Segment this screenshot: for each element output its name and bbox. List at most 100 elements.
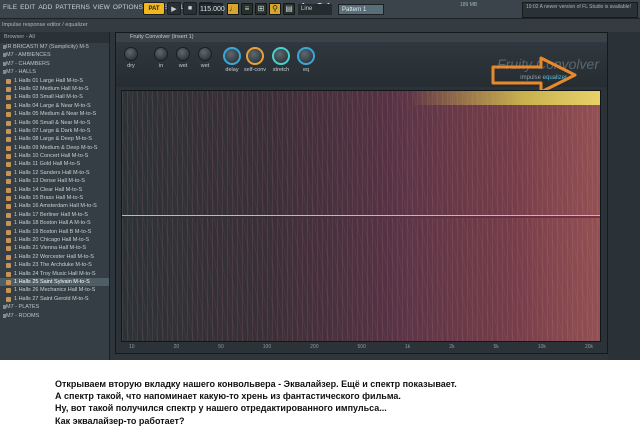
browser-file[interactable]: 1 Halls 23 The Archduke M-to-S (0, 261, 109, 269)
playlist-icon[interactable]: ≡ (241, 3, 253, 15)
pattern-selector[interactable]: Pattern 1 (338, 4, 384, 15)
browser-file[interactable]: 1 Halls 04 Large & Near M-to-S (0, 102, 109, 110)
frequency-tick-label: 10k (537, 344, 546, 350)
frequency-tick-label: 20k (584, 344, 593, 350)
frequency-tick-label: 20 (173, 344, 180, 350)
browser-file[interactable]: 1 Halls 08 Large & Deep M-to-S (0, 135, 109, 143)
hint-bar: Impulse response editor / equalizer ♩ ≡ … (0, 3, 640, 32)
fl-studio-screenshot: FILEEDITADDPATTERNSVIEWOPTIONSTOOLSHELP … (0, 0, 640, 360)
plugin-title[interactable]: Fruity Convolver (Insert 1) (116, 33, 607, 42)
menu-item[interactable]: VIEW (93, 4, 110, 11)
browser-header: Browser - All (0, 32, 109, 43)
caption-line: Открываем вторую вкладку нашего конвольв… (55, 379, 457, 389)
piano-icon[interactable]: ▤ (283, 3, 295, 15)
caption-line: Ну, вот такой получился спектр у нашего … (55, 403, 387, 414)
frequency-tick-label: 5k (493, 344, 499, 350)
in-knob[interactable]: in (154, 47, 168, 69)
delay-knob[interactable]: delay (223, 47, 241, 73)
browser-file[interactable]: 1 Halls 03 Small Hall M-to-S (0, 93, 109, 101)
browser-file[interactable]: 1 Halls 27 Saint Gerold M-to-S (0, 295, 109, 303)
orange-arrow-annotation (491, 56, 577, 94)
knob-label: delay (225, 67, 239, 73)
browser-list: IR BRICASTI M7 (Samplicity) M-5 M7 - AMBI… (0, 43, 109, 320)
menu-item[interactable]: ADD (38, 4, 52, 11)
tool-buttons: ♩ ≡ ⊞ ⚲ ▤ (227, 3, 295, 15)
browser-panel: Browser - All IR BRICASTI M7 (Samplicity… (0, 32, 110, 360)
browser-file[interactable]: 1 Halls 06 Small & Near M-to-S (0, 119, 109, 127)
update-notice[interactable]: 19:02 A newer version of FL Studio is av… (522, 2, 638, 18)
pattern-song-toggle[interactable]: PAT (143, 2, 165, 15)
browser-file[interactable]: 1 Halls 12 Sanders Hall M-to-S (0, 169, 109, 177)
browser-file[interactable]: 1 Halls 22 Worcester Hall M-to-S (0, 253, 109, 261)
browser-file[interactable]: 1 Halls 05 Medium & Near M-to-S (0, 110, 109, 118)
browser-file[interactable]: 1 Halls 01 Large Hall M-to-S (0, 77, 109, 85)
knob-label: in (158, 63, 164, 69)
knob-label: eq (302, 67, 310, 73)
browser-file[interactable]: 1 Halls 11 Gold Hall M-to-S (0, 160, 109, 168)
spectrum-display[interactable] (121, 90, 601, 342)
frequency-tick-label: 2k (449, 344, 455, 350)
knob-label: wet (178, 63, 188, 69)
memory-readout: 189 MB (460, 2, 478, 8)
caption-text: Открываем вторую вкладку нашего конвольв… (0, 360, 640, 431)
right-panel (608, 32, 640, 360)
hint-text: Impulse response editor / equalizer (2, 22, 88, 28)
spectrum-right-channel (122, 218, 600, 341)
menu-item[interactable]: EDIT (20, 4, 35, 11)
browser-file[interactable]: 1 Halls 02 Medium Hall M-to-S (0, 85, 109, 93)
metronome-icon[interactable]: ♩ (227, 3, 239, 15)
frequency-axis: 10 20 50 100 200 500 1k 2k 5k 10k 20k (121, 344, 601, 350)
browser-file[interactable]: 1 Halls 20 Chicago Hall M-to-S (0, 236, 109, 244)
stretch-knob[interactable]: stretch (272, 47, 290, 73)
stop-icon[interactable]: ■ (183, 2, 197, 15)
browser-file[interactable]: 1 Halls 13 Dense Hall M-to-S (0, 177, 109, 185)
menu-item[interactable]: PATTERNS (55, 4, 90, 11)
browser-file[interactable]: 1 Halls 15 Brass Hall M-to-S (0, 194, 109, 202)
browser-file[interactable]: 1 Halls 25 Saint Sylvain M-to-S (0, 277, 109, 287)
browser-file[interactable]: 1 Halls 17 Berliner Hall M-to-S (0, 211, 109, 219)
eq-curve-line[interactable] (122, 215, 600, 216)
snap-selector[interactable]: Line (298, 4, 332, 15)
convolver-window: Fruity Convolver (Insert 1) dry in wet w… (115, 32, 608, 354)
frequency-tick-label: 10 (129, 344, 135, 350)
mixer-icon[interactable]: ⊞ (255, 3, 267, 15)
frequency-tick-label: 500 (357, 344, 366, 350)
frequency-tick-label: 100 (262, 344, 272, 350)
browser-folder[interactable]: M7 - AMBIENCES (0, 51, 109, 59)
browser-folder[interactable]: M7 - HALLS (0, 68, 109, 76)
knob-label: self-conv (244, 67, 267, 73)
eq-knob[interactable]: eq (297, 47, 315, 73)
browser-file[interactable]: 1 Halls 19 Boston Hall B M-to-S (0, 228, 109, 236)
caption-line: А спектр такой, что напоминает какую-то … (55, 391, 401, 402)
browser-file[interactable]: 1 Halls 24 Troy Music Hall M-to-S (0, 270, 109, 278)
browser-file[interactable]: 1 Halls 16 Amsterdam Hall M-to-S (0, 202, 109, 210)
browser-file[interactable]: 1 Halls 21 Vienna Hall M-to-S (0, 244, 109, 252)
browser-folder[interactable]: M7 - CHAMBERS (0, 60, 109, 68)
browser-folder[interactable]: M7 - ROOMS (0, 312, 109, 320)
browser-folder[interactable]: M7 - PLATES (0, 303, 109, 311)
wet-knob-2[interactable]: wet (198, 47, 212, 69)
knob-label: stretch (272, 67, 290, 73)
menu-item[interactable]: FILE (3, 4, 17, 11)
browser-file[interactable]: 1 Halls 09 Medium & Deep M-to-S (0, 144, 109, 152)
caption-line: Как эквалайзер-то работает? (55, 415, 185, 426)
browser-file[interactable]: 1 Halls 10 Concert Hall M-to-S (0, 152, 109, 160)
menu-item[interactable]: OPTIONS (113, 4, 143, 11)
browser-folder[interactable]: IR BRICASTI M7 (Samplicity) M-5 (0, 43, 109, 51)
tempo-display[interactable]: 115.000 (199, 3, 225, 15)
browser-file[interactable]: 1 Halls 14 Clear Hall M-to-S (0, 186, 109, 194)
frequency-tick-label: 200 (310, 344, 319, 350)
knob-label: wet (200, 63, 210, 69)
browser-file[interactable]: 1 Halls 26 Mechanics Hall M-to-S (0, 286, 109, 294)
wet-knob[interactable]: wet (176, 47, 190, 69)
dry-knob[interactable]: dry (124, 47, 138, 69)
browser-file[interactable]: 1 Halls 18 Boston Hall A M-to-S (0, 219, 109, 227)
frequency-tick-label: 50 (218, 344, 224, 350)
play-icon[interactable]: ▶ (167, 2, 181, 15)
browser-file[interactable]: 1 Halls 07 Large & Dark M-to-S (0, 127, 109, 135)
link-icon[interactable]: ⚲ (269, 3, 281, 15)
frequency-tick-label: 1k (404, 344, 411, 350)
spectrum-left-channel (122, 91, 600, 215)
self-conv-knob[interactable]: self-conv (244, 47, 266, 73)
knob-label: dry (127, 63, 135, 69)
